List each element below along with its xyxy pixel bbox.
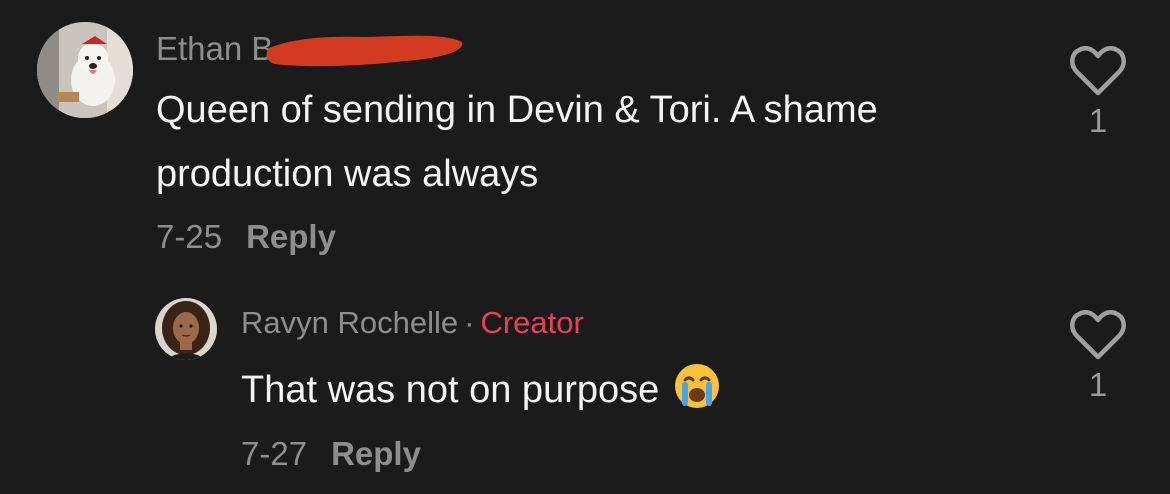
separator-dot: · bbox=[464, 305, 475, 340]
comment-author: Ravyn Rochelle · Creator bbox=[241, 305, 584, 341]
reply-button[interactable]: Reply bbox=[246, 218, 336, 255]
like-count: 1 bbox=[1088, 366, 1108, 403]
loudly-crying-face-emoji-icon bbox=[675, 364, 720, 408]
user-avatar[interactable] bbox=[155, 298, 217, 360]
heart-icon[interactable] bbox=[1069, 46, 1127, 98]
like-count: 1 bbox=[1088, 102, 1108, 139]
comment-author[interactable]: Ethan B bbox=[156, 30, 273, 68]
comment-date: 7-25 bbox=[156, 218, 223, 255]
comment-text: Queen of sending in Devin & Tori. A sham… bbox=[156, 78, 1036, 206]
creator-badge: Creator bbox=[480, 305, 584, 340]
reply-button[interactable]: Reply bbox=[331, 435, 421, 472]
comment-date: 7-27 bbox=[241, 435, 308, 472]
user-avatar[interactable] bbox=[37, 22, 133, 118]
author-name[interactable]: Ravyn Rochelle bbox=[241, 305, 458, 340]
dog-avatar-icon bbox=[37, 22, 133, 118]
comment-text-line: Queen of sending in Devin & Tori. A sham… bbox=[156, 89, 878, 131]
comment-meta: 7-27 Reply bbox=[241, 435, 421, 473]
comment-text: That was not on purpose bbox=[241, 358, 941, 422]
like-button[interactable]: 1 bbox=[1063, 310, 1133, 404]
reply-comment-item: Ravyn Rochelle · Creator That was not on p… bbox=[0, 280, 1170, 494]
comment-text-line: That was not on purpose bbox=[241, 369, 660, 411]
comment-text-line: production was always bbox=[156, 153, 539, 195]
heart-icon[interactable] bbox=[1069, 310, 1127, 362]
comment-meta: 7-25 Reply bbox=[156, 218, 336, 256]
like-button[interactable]: 1 bbox=[1063, 46, 1133, 140]
comment-item: Ethan B Queen of sending in Devin & Tori… bbox=[0, 0, 1170, 280]
redaction-mark bbox=[265, 28, 465, 72]
woman-avatar-icon bbox=[155, 298, 217, 360]
